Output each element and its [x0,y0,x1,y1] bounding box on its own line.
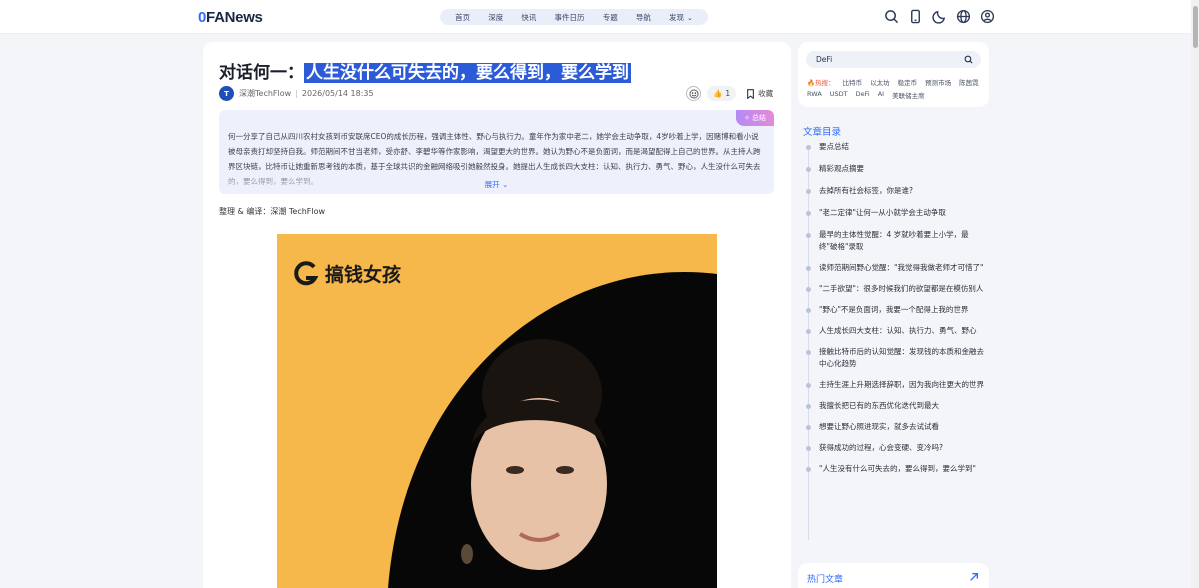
toc-item[interactable]: 读师范期间野心觉醒："我觉得我做老师才可惜了" [806,262,986,274]
favorite-label: 收藏 [758,89,774,98]
hot-label-text: 热搜： [815,79,835,87]
article-card: 对话何一： 人生没什么可失去的，要么得到，要么学到 T 深潮TechFlow | … [203,42,791,588]
hot-tag[interactable]: 预测市场 [925,77,951,87]
expand-button[interactable]: 展开 ⌄ [219,179,774,190]
top-header: 0 FANews 首页 深度 快讯 事件日历 专题 导航 发现 ⌄ [0,0,1199,34]
summary-box: ✧ 总结 何一分享了自己从四川农村女孩到币安联席CEO的成长历程，强调主体性、野… [219,110,774,194]
nav-navigation[interactable]: 导航 [636,12,651,23]
nav-discover-label: 发现 [669,12,685,22]
article-meta: T 深潮TechFlow | 2026/05/14 18:35 [219,86,374,101]
like-button[interactable]: 👍 1 [707,86,737,101]
nav-discover[interactable]: 发现 ⌄ [669,12,693,23]
sidebar-search-input[interactable]: DeFi [806,51,981,68]
user-icon[interactable] [980,9,995,24]
cover-illustration [388,272,717,588]
hot-tag[interactable]: RWA [807,90,822,100]
mobile-icon[interactable] [908,9,923,24]
hot-tag[interactable]: 稳定币 [898,77,918,87]
cover-brand: 搞钱女孩 [293,260,401,287]
sidebar-search-card: DeFi 🔥热搜： 比特币 以太坊 稳定币 预测市场 陈茜霓 RWA USDT … [798,42,989,107]
toc-item[interactable]: 精彩观点摘要 [806,163,986,175]
like-count: 1 [725,89,731,98]
article-actions: 👍 1 收藏 [686,86,773,101]
search-icon[interactable] [884,9,899,24]
hot-tag[interactable]: 美联储主席 [892,90,925,100]
hot-articles-card: 热门文章 [798,563,989,588]
author-avatar[interactable]: T [219,86,234,101]
cover-image: 搞钱女孩 [277,234,717,588]
hot-tag[interactable]: USDT [830,90,848,100]
toc-item[interactable]: 我擅长把已有的东西优化迭代到最大 [806,400,986,412]
toc-item[interactable]: 人生成长四大支柱：认知、执行力、勇气、野心 [806,325,986,337]
toc-item[interactable]: 要点总结 [806,141,986,153]
hot-tag[interactable]: 陈茜霓 [959,77,979,87]
page-scrollbar[interactable] [1191,0,1199,588]
logo-mark: 0 [198,8,207,26]
hot-tag[interactable]: DeFi [856,90,870,100]
toc-item[interactable]: 最早的主体性觉醒：4 岁就吵着要上小学，最终"破格"录取 [806,229,986,253]
expand-label: 展开 [484,180,500,189]
nav-topics[interactable]: 专题 [603,12,618,23]
title-prefix: 对话何一： [219,63,304,83]
toc-item[interactable]: 主持生涯上升期选择辞职，因为我向往更大的世界 [806,379,986,391]
nav-home[interactable]: 首页 [455,12,470,23]
toc-list: 要点总结 精彩观点摘要 去掉所有社会标签，你是谁? "老二定律"让何一从小就学会… [806,141,986,475]
author-name[interactable]: 深潮TechFlow [239,88,291,99]
ai-summary-icon: ✧ [744,114,750,122]
publish-date: 2026/05/14 18:35 [301,89,374,98]
moon-icon[interactable] [932,9,947,24]
hot-search-label: 🔥热搜： [807,77,835,87]
favorite-button[interactable]: 收藏 [746,88,773,99]
bookmark-icon [747,88,755,99]
summary-badge-label: 总结 [752,114,766,122]
toc-item[interactable]: 获得成功的过程，心会变硬、变冷吗? [806,442,986,454]
hot-search-row-2: RWA USDT DeFi AI 美联储主席 [807,90,925,100]
cover-brand-text: 搞钱女孩 [325,264,402,286]
toc-item[interactable]: "野心"不是负面词，我要一个配得上我的世界 [806,304,986,316]
hot-search-row-1: 🔥热搜： 比特币 以太坊 稳定币 预测市场 陈茜霓 [807,77,979,87]
nav-depth[interactable]: 深度 [488,12,503,23]
hot-articles-title[interactable]: 热门文章 [807,572,843,585]
logo-text: FANews [206,8,263,26]
main-nav: 首页 深度 快讯 事件日历 专题 导航 发现 ⌄ [440,9,708,25]
hot-tag[interactable]: AI [878,90,884,100]
chevron-down-icon: ⌄ [687,13,693,22]
fire-icon: 🔥 [807,79,816,87]
arrow-up-right-icon[interactable] [969,572,979,582]
scrollbar-thumb[interactable] [1193,6,1198,48]
toc-item[interactable]: 接触比特币后的认知觉醒：发现钱的本质和金融去中心化趋势 [806,346,986,370]
article-credit: 整理 & 编译：深潮 TechFlow [219,207,326,216]
smile-icon [689,89,698,98]
globe-icon[interactable] [956,9,971,24]
chevron-down-icon: ⌄ [502,180,509,189]
search-icon[interactable] [964,55,973,64]
title-highlight[interactable]: 人生没什么可失去的，要么得到，要么学到 [304,63,631,83]
toc-item[interactable]: 想要让野心照进现实，就多去试试看 [806,421,986,433]
brand-g-logo-icon [294,260,319,285]
toc-item[interactable]: 去掉所有社会标签，你是谁? [806,185,986,197]
nav-flash[interactable]: 快讯 [521,12,536,23]
toc-item[interactable]: "人生没有什么可失去的，要么得到，要么学到" [806,463,986,475]
site-logo[interactable]: 0 FANews [198,8,263,26]
header-icons [884,9,995,24]
toc-item[interactable]: "老二定律"让何一从小就学会主动争取 [806,207,986,219]
thumbs-up-icon: 👍 [713,89,723,98]
article-title: 对话何一： 人生没什么可失去的，要么得到，要么学到 [219,58,631,83]
nav-calendar[interactable]: 事件日历 [555,12,585,23]
search-value: DeFi [816,55,833,64]
emoji-react-button[interactable] [686,86,701,101]
hot-tag[interactable]: 以太坊 [870,77,890,87]
toc-item[interactable]: "二手欲望"：很多时候我们的欲望都是在模仿别人 [806,283,986,295]
hot-tag[interactable]: 比特币 [843,77,863,87]
meta-divider: | [295,89,298,98]
summary-badge: ✧ 总结 [736,110,774,126]
toc-title: 文章目录 [803,127,842,138]
